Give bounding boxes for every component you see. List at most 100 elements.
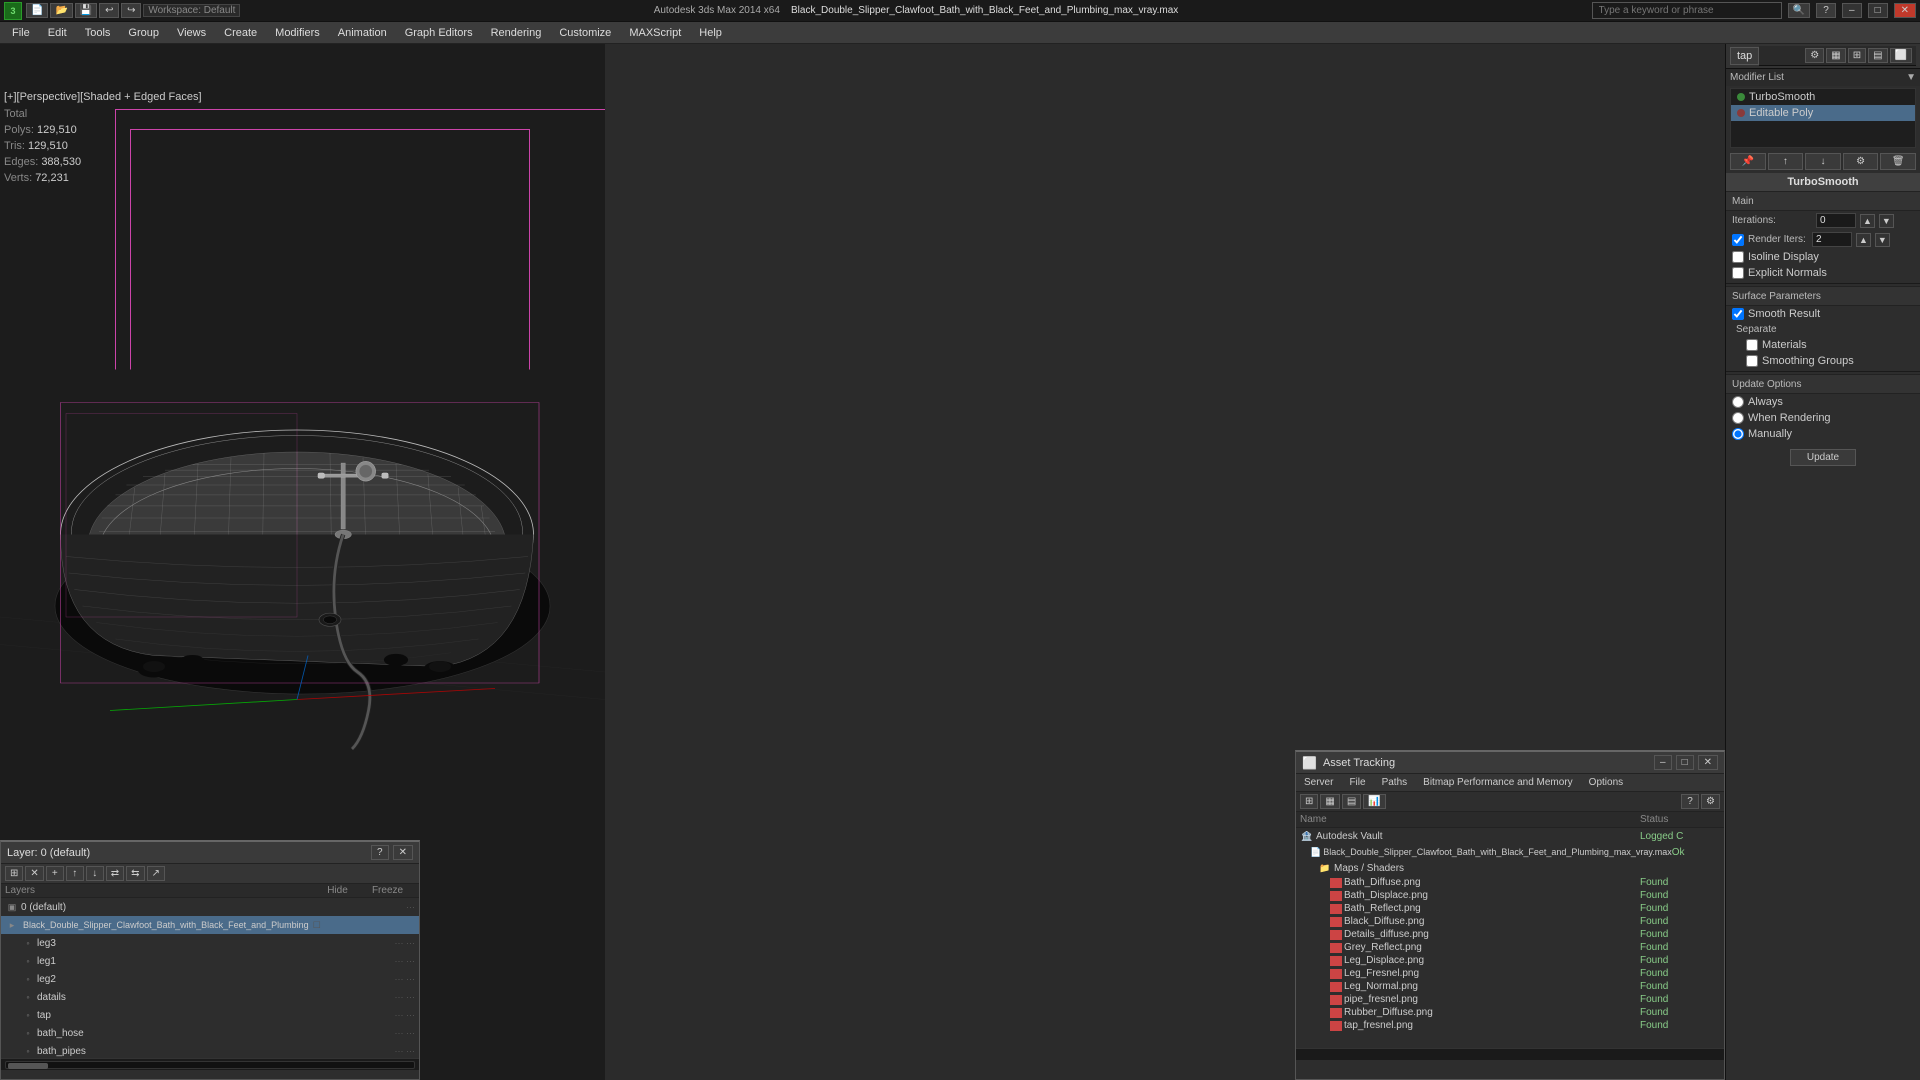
layer-item-bath-hose[interactable]: ◦ bath_hose ··· ··· — [1, 1024, 419, 1042]
arrow-down-btn[interactable]: ↓ — [1805, 153, 1841, 170]
asset-vault[interactable]: 🏦 Autodesk Vault Logged C — [1296, 828, 1724, 844]
maximize-btn[interactable]: □ — [1868, 3, 1888, 18]
menu-views[interactable]: Views — [169, 25, 214, 41]
manually-radio[interactable] — [1732, 428, 1744, 440]
always-radio[interactable] — [1732, 396, 1744, 408]
asset-tap-fresnel[interactable]: tap_fresnel.png Found — [1296, 1019, 1724, 1032]
layer-item-tap[interactable]: ◦ tap ··· ··· — [1, 1006, 419, 1024]
when-rendering-radio[interactable] — [1732, 412, 1744, 424]
layers-scrollbar[interactable] — [1, 1058, 419, 1070]
asset-main-file[interactable]: 📄 Black_Double_Slipper_Clawfoot_Bath_wit… — [1296, 844, 1724, 860]
asset-pipe-fresnel[interactable]: pipe_fresnel.png Found — [1296, 993, 1724, 1006]
menu-create[interactable]: Create — [216, 25, 265, 41]
asset-maps-folder[interactable]: 📁 Maps / Shaders — [1296, 860, 1724, 876]
menu-group[interactable]: Group — [120, 25, 167, 41]
smooth-result-checkbox[interactable] — [1732, 308, 1744, 320]
asset-scrollbar[interactable] — [1296, 1048, 1724, 1060]
layer-item-0default[interactable]: ▣ 0 (default) ··· — [1, 898, 419, 916]
iterations-down[interactable]: ▼ — [1879, 214, 1894, 228]
asset-leg-displace[interactable]: Leg_Displace.png Found — [1296, 954, 1724, 967]
arrow-up-btn[interactable]: ↑ — [1768, 153, 1804, 170]
rp-btn-1[interactable]: ⚙ — [1805, 48, 1824, 63]
pin-btn[interactable]: 📌 — [1730, 153, 1766, 170]
tap-tab[interactable]: tap — [1730, 47, 1759, 65]
delete-modifier-btn[interactable]: 🗑 — [1880, 153, 1916, 170]
layers-tb-2[interactable]: ✕ — [25, 866, 43, 881]
asset-bath-diffuse[interactable]: Bath_Diffuse.png Found — [1296, 876, 1724, 889]
new-btn[interactable]: 📄 — [26, 3, 48, 18]
search-input[interactable] — [1592, 2, 1782, 19]
open-btn[interactable]: 📂 — [50, 3, 72, 18]
asset-close-btn[interactable]: ✕ — [1698, 755, 1718, 770]
asset-leg-fresnel[interactable]: Leg_Fresnel.png Found — [1296, 967, 1724, 980]
layers-tb-3[interactable]: + — [46, 866, 64, 881]
layer-item-leg1[interactable]: ◦ leg1 ··· ··· — [1, 952, 419, 970]
render-iters-checkbox[interactable] — [1732, 234, 1744, 246]
layers-tb-1[interactable]: ⊞ — [5, 866, 23, 881]
menu-rendering[interactable]: Rendering — [483, 25, 550, 41]
scroll-thumb[interactable] — [8, 1063, 48, 1069]
configure-btn[interactable]: ⚙ — [1843, 153, 1879, 170]
layers-help-btn[interactable]: ? — [371, 845, 389, 860]
asset-rubber-diffuse[interactable]: Rubber_Diffuse.png Found — [1296, 1006, 1724, 1019]
modifier-turbosmooth[interactable]: TurboSmooth — [1731, 89, 1915, 105]
menu-help[interactable]: Help — [691, 25, 730, 41]
layer-item-leg2[interactable]: ◦ leg2 ··· ··· — [1, 970, 419, 988]
asset-tb-help[interactable]: ? — [1681, 794, 1699, 809]
undo-btn[interactable]: ↩ — [99, 3, 119, 18]
smoothing-groups-checkbox[interactable] — [1746, 355, 1758, 367]
asset-tb-4[interactable]: 📊 — [1363, 794, 1385, 809]
layer-item-bath-pipes[interactable]: ◦ bath_pipes ··· ··· — [1, 1042, 419, 1058]
menu-animation[interactable]: Animation — [330, 25, 395, 41]
layers-tb-8[interactable]: ↗ — [147, 866, 165, 881]
search-btn[interactable]: 🔍 — [1788, 3, 1810, 18]
rp-btn-2[interactable]: ▦ — [1826, 48, 1845, 63]
asset-menu-paths[interactable]: Paths — [1378, 776, 1412, 789]
close-btn[interactable]: ✕ — [1894, 3, 1916, 18]
menu-maxscript[interactable]: MAXScript — [621, 25, 689, 41]
asset-max-btn[interactable]: □ — [1676, 755, 1694, 770]
menu-graph-editors[interactable]: Graph Editors — [397, 25, 481, 41]
rp-btn-3[interactable]: ⊞ — [1848, 48, 1866, 63]
render-iters-up[interactable]: ▲ — [1856, 233, 1871, 247]
rp-btn-5[interactable]: ⬜ — [1890, 48, 1912, 63]
iterations-input[interactable] — [1816, 213, 1856, 228]
materials-checkbox[interactable] — [1746, 339, 1758, 351]
modifier-editpoly[interactable]: Editable Poly — [1731, 105, 1915, 121]
layer-item-bath-main[interactable]: ▸ Black_Double_Slipper_Clawfoot_Bath_wit… — [1, 916, 419, 934]
help-btn[interactable]: ? — [1816, 3, 1836, 18]
minimize-btn[interactable]: – — [1842, 3, 1862, 18]
update-button[interactable]: Update — [1790, 449, 1856, 466]
asset-tb-2[interactable]: ▦ — [1320, 794, 1339, 809]
layer-item-leg3[interactable]: ◦ leg3 ··· ··· — [1, 934, 419, 952]
layers-tb-6[interactable]: ⇄ — [106, 866, 124, 881]
asset-menu-options[interactable]: Options — [1585, 776, 1627, 789]
menu-modifiers[interactable]: Modifiers — [267, 25, 328, 41]
asset-tb-1[interactable]: ⊞ — [1300, 794, 1318, 809]
workspace-selector[interactable]: Workspace: Default — [143, 4, 240, 17]
iterations-up[interactable]: ▲ — [1860, 214, 1875, 228]
asset-min-btn[interactable]: – — [1654, 755, 1672, 770]
menu-customize[interactable]: Customize — [551, 25, 619, 41]
isoline-checkbox[interactable] — [1732, 251, 1744, 263]
modifier-dropdown-btn[interactable]: ▼ — [1906, 72, 1916, 83]
layers-tb-7[interactable]: ⇆ — [126, 866, 144, 881]
asset-bath-displace[interactable]: Bath_Displace.png Found — [1296, 889, 1724, 902]
rp-btn-4[interactable]: ▤ — [1868, 48, 1887, 63]
layers-tb-5[interactable]: ↓ — [86, 866, 104, 881]
menu-file[interactable]: File — [4, 25, 38, 41]
save-btn[interactable]: 💾 — [75, 3, 97, 18]
asset-grey-reflect[interactable]: Grey_Reflect.png Found — [1296, 941, 1724, 954]
layers-close-btn[interactable]: ✕ — [393, 845, 413, 860]
asset-black-diffuse[interactable]: Black_Diffuse.png Found — [1296, 915, 1724, 928]
redo-btn[interactable]: ↪ — [121, 3, 141, 18]
render-iters-input[interactable] — [1812, 232, 1852, 247]
layer-item-datails[interactable]: ◦ datails ··· ··· — [1, 988, 419, 1006]
asset-tb-3[interactable]: ▤ — [1342, 794, 1361, 809]
menu-tools[interactable]: Tools — [77, 25, 119, 41]
asset-bath-reflect[interactable]: Bath_Reflect.png Found — [1296, 902, 1724, 915]
menu-edit[interactable]: Edit — [40, 25, 75, 41]
asset-leg-normal[interactable]: Leg_Normal.png Found — [1296, 980, 1724, 993]
layers-tb-4[interactable]: ↑ — [66, 866, 84, 881]
scroll-track[interactable] — [5, 1061, 415, 1069]
